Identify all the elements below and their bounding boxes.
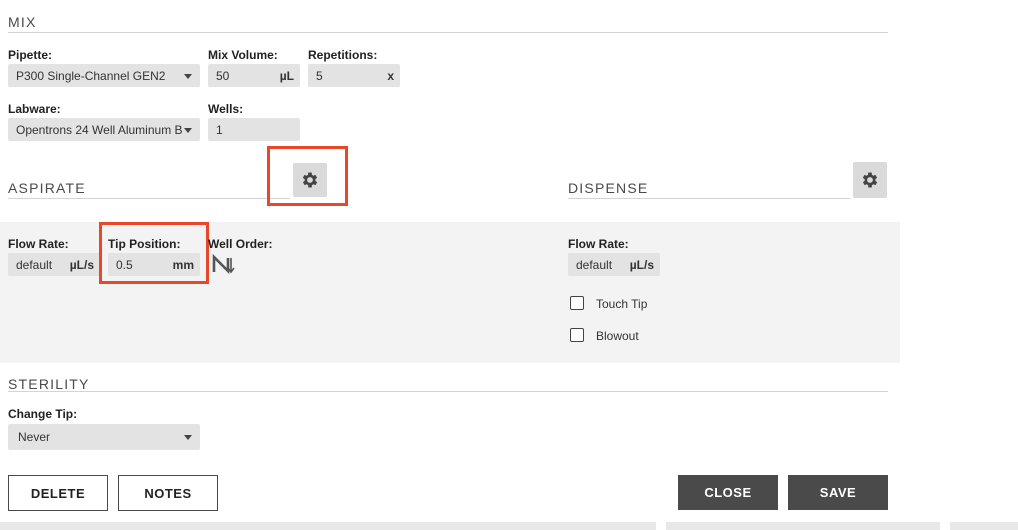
aspirate-settings-highlight bbox=[267, 146, 348, 206]
mix-volume-value: 50 bbox=[216, 68, 230, 83]
well-order-label: Well Order: bbox=[208, 237, 273, 251]
pipette-label: Pipette: bbox=[8, 48, 53, 62]
aspirate-flow-rate-label: Flow Rate: bbox=[8, 237, 69, 251]
repetitions-input[interactable]: 5 x bbox=[308, 64, 400, 87]
dispense-section-title: DISPENSE bbox=[568, 180, 649, 196]
blowout-label: Blowout bbox=[596, 329, 639, 343]
dispense-flow-rate-value: default bbox=[576, 257, 613, 272]
mix-volume-unit: µL bbox=[279, 68, 294, 83]
aspirate-flow-rate-value: default bbox=[16, 257, 53, 272]
chevron-down-icon bbox=[184, 74, 192, 79]
sterility-divider bbox=[8, 391, 888, 392]
chevron-down-icon bbox=[184, 435, 192, 440]
touch-tip-label: Touch Tip bbox=[596, 297, 648, 311]
wells-value: 1 bbox=[216, 122, 223, 137]
mix-section-title: MIX bbox=[8, 14, 37, 30]
aspirate-flow-rate-input[interactable]: default µL/s bbox=[8, 253, 100, 276]
wells-label: Wells: bbox=[208, 102, 244, 116]
labware-value: Opentrons 24 Well Aluminum B bbox=[16, 122, 183, 137]
notes-button[interactable]: NOTES bbox=[118, 475, 218, 511]
dispense-flow-rate-input[interactable]: default µL/s bbox=[568, 253, 660, 276]
sterility-section-title: STERILITY bbox=[8, 376, 90, 392]
save-button[interactable]: SAVE bbox=[788, 475, 888, 510]
aspirate-section-title: ASPIRATE bbox=[8, 180, 86, 196]
repetitions-value: 5 bbox=[316, 68, 323, 83]
tip-position-highlight bbox=[99, 222, 209, 284]
blowout-checkbox[interactable] bbox=[570, 328, 584, 342]
labware-label: Labware: bbox=[8, 102, 61, 116]
gear-icon bbox=[862, 172, 878, 188]
pipette-select[interactable]: P300 Single-Channel GEN2 bbox=[8, 64, 200, 87]
well-order-icon bbox=[212, 253, 235, 275]
wells-input[interactable]: 1 bbox=[208, 118, 300, 141]
delete-button[interactable]: DELETE bbox=[8, 475, 108, 511]
repetitions-unit: x bbox=[387, 68, 394, 83]
aspirate-divider bbox=[8, 198, 290, 199]
mix-divider bbox=[8, 32, 888, 33]
bottom-edge bbox=[0, 522, 1018, 530]
chevron-down-icon bbox=[184, 128, 192, 133]
mix-volume-label: Mix Volume: bbox=[208, 48, 278, 62]
repetitions-label: Repetitions: bbox=[308, 48, 378, 62]
touch-tip-checkbox[interactable] bbox=[570, 296, 584, 310]
mix-volume-input[interactable]: 50 µL bbox=[208, 64, 300, 87]
change-tip-label: Change Tip: bbox=[8, 407, 78, 421]
bottom-edge-gap bbox=[656, 522, 666, 530]
close-button[interactable]: CLOSE bbox=[678, 475, 778, 510]
pipette-value: P300 Single-Channel GEN2 bbox=[16, 68, 166, 83]
labware-select[interactable]: Opentrons 24 Well Aluminum B bbox=[8, 118, 200, 141]
dispense-divider bbox=[568, 198, 850, 199]
dispense-settings-button[interactable] bbox=[853, 162, 887, 198]
aspirate-flow-rate-unit: µL/s bbox=[69, 257, 94, 272]
change-tip-value: Never bbox=[18, 430, 51, 444]
well-order-button[interactable] bbox=[211, 253, 237, 275]
dispense-flow-rate-label: Flow Rate: bbox=[568, 237, 629, 251]
bottom-edge-gap bbox=[940, 522, 950, 530]
dispense-flow-rate-unit: µL/s bbox=[629, 257, 654, 272]
change-tip-select[interactable]: Never bbox=[8, 424, 200, 450]
